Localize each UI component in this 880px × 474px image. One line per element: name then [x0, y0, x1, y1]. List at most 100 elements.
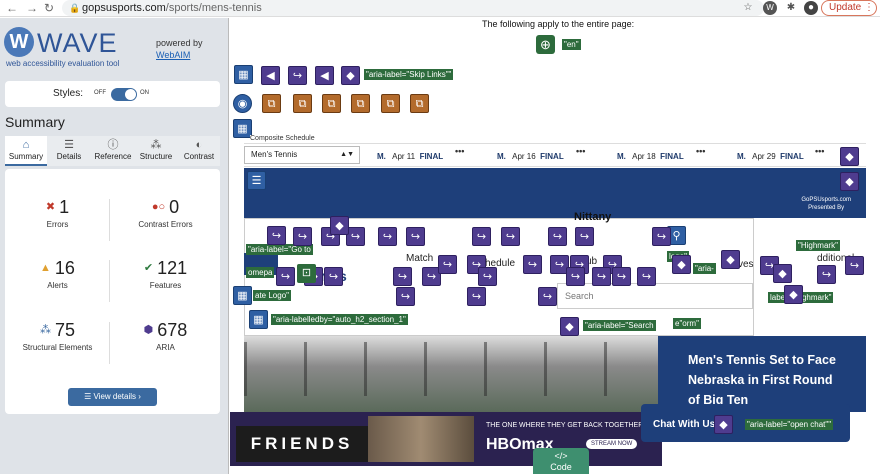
- aria-redirect-icon[interactable]: ↪: [438, 255, 457, 274]
- landmark-icon[interactable]: ▦: [249, 310, 268, 329]
- schedule-game[interactable]: M. Apr 18 FINAL: [617, 152, 684, 161]
- match-text[interactable]: Match: [406, 253, 433, 264]
- webaim-link[interactable]: WebAIM: [156, 50, 190, 60]
- more-icon[interactable]: •••: [455, 146, 464, 156]
- more-icon[interactable]: •••: [576, 146, 585, 156]
- aria-tag-icon[interactable]: ◆: [840, 147, 859, 166]
- feature-icon[interactable]: ⊡: [297, 264, 316, 283]
- landmark-icon[interactable]: ▦: [233, 286, 252, 305]
- aria-redirect-icon[interactable]: ↪: [566, 267, 585, 286]
- aria-redirect-icon[interactable]: ↪: [523, 255, 542, 274]
- aria-tag-icon[interactable]: ◆: [784, 285, 803, 304]
- aria-stat[interactable]: ⬢ 678 ARIA: [113, 320, 218, 352]
- aria-redirect-icon[interactable]: ↪: [478, 267, 497, 286]
- landmark-icon[interactable]: ☰: [247, 171, 266, 190]
- aria-redirect-icon[interactable]: ↪: [817, 265, 836, 284]
- update-button[interactable]: Update ⋮: [821, 0, 877, 16]
- aria-tag-icon[interactable]: ◆: [714, 415, 733, 434]
- landmark-icon[interactable]: ▦: [234, 65, 253, 84]
- aria-redirect-icon[interactable]: ↪: [637, 267, 656, 286]
- news-headline[interactable]: Men's Tennis Set to Face Nebraska in Fir…: [688, 350, 838, 410]
- aria-redirect-icon[interactable]: ↪: [652, 227, 671, 246]
- alert-redundant-icon[interactable]: ⧉: [293, 94, 312, 113]
- styles-label: Styles:: [53, 88, 84, 99]
- aria-redirect-icon[interactable]: ↪: [288, 66, 307, 85]
- aria-redirect-icon[interactable]: ↪: [293, 227, 312, 246]
- more-icon[interactable]: •••: [815, 146, 824, 156]
- forward-icon[interactable]: →: [26, 0, 38, 17]
- back-icon[interactable]: ←: [6, 0, 18, 17]
- schedule-game[interactable]: M. Apr 16 FINAL: [497, 152, 564, 161]
- aria-tag-icon[interactable]: ◆: [341, 66, 360, 85]
- view-details-button[interactable]: ☰ View details ›: [68, 388, 157, 406]
- alert-redundant-icon[interactable]: ⧉: [322, 94, 341, 113]
- composite-schedule-label: Composite Schedule: [250, 135, 315, 142]
- chat-label[interactable]: Chat With Us: [653, 419, 715, 430]
- aria-tag-icon[interactable]: ◆: [672, 255, 691, 274]
- sport-select[interactable]: Men's Tennis ▲▼: [244, 146, 360, 164]
- aria-redirect-icon[interactable]: ↪: [501, 227, 520, 246]
- address-bar[interactable]: 🔒 gopsusports.com/sports/mens-tennis: [62, 0, 764, 16]
- aria-tag-icon[interactable]: ◆: [840, 172, 859, 191]
- alert-icon: ▲: [40, 262, 51, 274]
- aria-tag-icon[interactable]: ◆: [330, 216, 349, 235]
- star-icon[interactable]: ☆: [741, 1, 755, 15]
- tab-details[interactable]: ☰ Details: [49, 136, 89, 166]
- schedule-game[interactable]: M. Apr 11 FINAL: [377, 152, 443, 161]
- tab-reference[interactable]: ⓘ Reference: [91, 136, 135, 166]
- tab-details-label: Details: [56, 152, 82, 161]
- more-icon[interactable]: •••: [696, 146, 705, 156]
- tab-summary[interactable]: ⌂ Summary: [5, 136, 47, 166]
- alert-redundant-icon[interactable]: ⧉: [381, 94, 400, 113]
- aria-redirect-icon[interactable]: ↪: [378, 227, 397, 246]
- aria-redirect-icon[interactable]: ↪: [393, 267, 412, 286]
- nittany-text: Nittany: [574, 211, 612, 223]
- code-icon: </>: [554, 451, 568, 461]
- aria-redirect-icon[interactable]: ↪: [467, 287, 486, 306]
- search-input[interactable]: Search: [557, 283, 753, 309]
- aria-redirect-icon[interactable]: ↪: [592, 267, 611, 286]
- alert-redundant-icon[interactable]: ⧉: [410, 94, 429, 113]
- tab-contrast[interactable]: ◐ Contrast: [178, 136, 220, 166]
- aria-redirect-icon[interactable]: ↪: [845, 256, 864, 275]
- wave-extension-icon[interactable]: W: [763, 1, 777, 15]
- aria-redirect-icon[interactable]: ↪: [406, 227, 425, 246]
- alert-redundant-icon[interactable]: ⧉: [262, 94, 281, 113]
- aria-redirect-icon[interactable]: ↪: [276, 267, 295, 286]
- aria-tag-icon[interactable]: ◆: [721, 250, 740, 269]
- schedule-game[interactable]: M. Apr 29 FINAL: [737, 152, 804, 161]
- code-toggle-button[interactable]: </> Code: [533, 448, 589, 474]
- contrast-error-icon: ●○: [151, 201, 166, 213]
- hbo-ad-banner[interactable]: FRIENDS THE ONE WHERE THEY GET BACK TOGE…: [230, 412, 662, 466]
- gps-label: GoPSUsports.com: [801, 197, 851, 203]
- aria-redirect-icon[interactable]: ↪: [538, 287, 557, 306]
- aria-redirect-icon[interactable]: ↪: [324, 267, 343, 286]
- stream-now-button[interactable]: STREAM NOW: [586, 439, 638, 449]
- region-icon[interactable]: ◉: [233, 94, 252, 113]
- aria-redirect-icon[interactable]: ↪: [575, 227, 594, 246]
- aria-speaker-icon[interactable]: ◀: [315, 66, 334, 85]
- aria-redirect-icon[interactable]: ↪: [548, 227, 567, 246]
- language-icon[interactable]: ⊕: [536, 35, 555, 54]
- aria-tag-icon[interactable]: ◆: [773, 264, 792, 283]
- aria-redirect-icon[interactable]: ↪: [267, 226, 286, 245]
- alerts-stat[interactable]: ▲ 16 Alerts: [5, 258, 110, 290]
- contrast-errors-stat[interactable]: ●○ 0 Contrast Errors: [113, 197, 218, 229]
- tab-structure[interactable]: ⁂ Structure: [136, 136, 176, 166]
- aria-speaker-icon[interactable]: ◀: [261, 66, 280, 85]
- aria-redirect-icon[interactable]: ↪: [612, 267, 631, 286]
- profile-icon[interactable]: ●: [804, 1, 818, 15]
- styles-toggle[interactable]: [111, 88, 137, 101]
- features-stat[interactable]: ✔ 121 Features: [113, 258, 218, 290]
- aria-redirect-icon[interactable]: ↪: [472, 227, 491, 246]
- aria-tag-icon[interactable]: ◆: [560, 317, 579, 336]
- extensions-icon[interactable]: ✱: [784, 1, 798, 15]
- errors-stat[interactable]: ✖ 1 Errors: [5, 197, 110, 229]
- state-logo-tag: ate Logo": [253, 290, 291, 301]
- aria-redirect-icon[interactable]: ↪: [396, 287, 415, 306]
- reload-icon[interactable]: ↻: [44, 0, 54, 17]
- select-caret-icon: ▲▼: [340, 151, 354, 158]
- structural-stat[interactable]: ⁂ 75 Structural Elements: [5, 320, 110, 352]
- aria-count: 678: [157, 320, 188, 340]
- alert-redundant-icon[interactable]: ⧉: [351, 94, 370, 113]
